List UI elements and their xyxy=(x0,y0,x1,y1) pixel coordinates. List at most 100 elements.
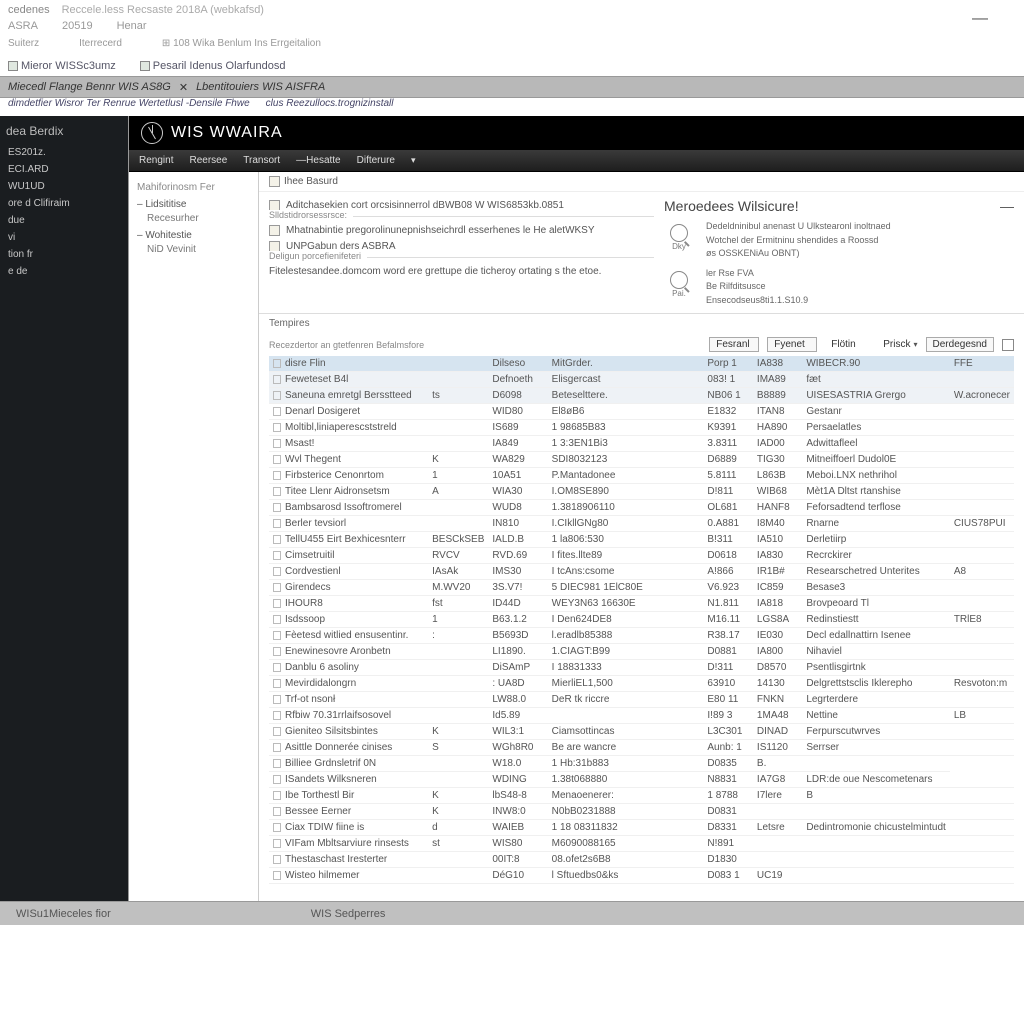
table-row[interactable]: Wvl ThegentKWA829SDI8032123D6889TIG30Mit… xyxy=(269,452,1014,468)
cell: B8889 xyxy=(753,388,802,404)
menu-item-1[interactable]: Rengint xyxy=(139,155,173,166)
cell: LW88.0 xyxy=(488,692,547,708)
table-row[interactable]: Billiee Grdnsletrif 0NW18.01 Hb:31b883D0… xyxy=(269,756,1014,772)
sidebar-item-5[interactable]: vi xyxy=(6,229,122,246)
cell: 1.38t068880 xyxy=(548,772,647,788)
table-row[interactable]: Feweteset B4lDefnoethElisgercast083! 1IM… xyxy=(269,372,1014,388)
tab-1[interactable]: Mieror WISSc3umz xyxy=(8,60,116,72)
cell: WEY3N63 16630E xyxy=(548,596,647,612)
sidebar-item-7[interactable]: e de xyxy=(6,263,122,280)
nav-group-1[interactable]: – Lidsititise xyxy=(137,199,250,210)
table-row[interactable]: Trf-ot nsonłLW88.0DeR tk riccreE80 11FNK… xyxy=(269,692,1014,708)
sidebar-item-3[interactable]: ore d Clifiraim xyxy=(6,195,122,212)
panel-minimize-icon[interactable]: — xyxy=(1000,198,1014,214)
sub-b: Iterrecerd xyxy=(79,38,122,56)
checkbox[interactable] xyxy=(1002,339,1014,351)
cell: Msast! xyxy=(269,436,428,452)
table-row[interactable]: Ciax TDIW fiine isdWAIEB1 18 08311832D83… xyxy=(269,820,1014,836)
table-row[interactable]: Asittle Donnerée cinisesSWGh8R0Be are wa… xyxy=(269,740,1014,756)
nav-group-2[interactable]: – Wohitestie xyxy=(137,230,250,241)
table-row[interactable]: Gieniteo SilsitsbintesKWIL3:1Ciamsottinc… xyxy=(269,724,1014,740)
row-icon xyxy=(273,519,281,528)
user-tool[interactable]: Pai. xyxy=(664,271,694,308)
nav-sub-2[interactable]: NiD Vevinit xyxy=(137,244,250,255)
cell xyxy=(647,852,704,868)
table-row[interactable]: Bambsarosd IssoftromerelWUD81.3818906110… xyxy=(269,500,1014,516)
search-tool[interactable]: Dky xyxy=(664,224,694,261)
table-row[interactable]: disre FlinDilsesoMitGrder.Porp 1IA838WIB… xyxy=(269,356,1014,372)
menu-item-2[interactable]: Reersee xyxy=(189,155,227,166)
table-row[interactable]: Enewinesovre AronbetnLI1890.1.CIAGT:B99D… xyxy=(269,644,1014,660)
cell xyxy=(647,356,704,372)
cell: B63.1.2 xyxy=(488,612,547,628)
close-icon[interactable]: ✕ xyxy=(179,81,188,94)
table-row[interactable]: Isdssoop1B63.1.2I Den624DE8M16.11LGS8ARe… xyxy=(269,612,1014,628)
menu-item-4[interactable]: —Hesatte xyxy=(296,155,340,166)
cell: Gestanr xyxy=(802,404,950,420)
table-row[interactable]: Bessee EernerKINW8:0N0bB0231888D0831 xyxy=(269,804,1014,820)
table-row[interactable]: TellU455 Eirt BexhicesnterrBESCkSEBIALD.… xyxy=(269,532,1014,548)
table-row[interactable]: Ibe Torthestl BirKlbS48-8Menaoenerer:1 8… xyxy=(269,788,1014,804)
table-row[interactable]: Saneuna emretgl BersstteedtsD6098Betesel… xyxy=(269,388,1014,404)
table-row[interactable]: IHOUR8fstID44DWEY3N63 16630EN1.811IA818B… xyxy=(269,596,1014,612)
table-row[interactable]: Danblu 6 asolinyDiSAmPI 18831333D!311D85… xyxy=(269,660,1014,676)
sidebar-item-1[interactable]: ECI.ARD xyxy=(6,161,122,178)
table-row[interactable]: Titee Llenr AidronsetsmAWIA30I.OM8SE890D… xyxy=(269,484,1014,500)
menu-caret-icon[interactable]: ▾ xyxy=(411,155,416,166)
table-row[interactable]: CimsetruitilRVCVRVD.69I fites.llte89D061… xyxy=(269,548,1014,564)
cell: 5.8111 xyxy=(703,468,753,484)
table-row[interactable]: Moltibl,liniaperescststreldIS6891 98685B… xyxy=(269,420,1014,436)
cell: K xyxy=(428,788,488,804)
table-row[interactable]: Berler tevsiorlIN810I.CIkllGNg800.A881I8… xyxy=(269,516,1014,532)
nav-sub-1[interactable]: Recesurher xyxy=(137,213,250,224)
cell: Rfbiw 70.31rrlaifsosovel xyxy=(269,708,428,724)
table-row[interactable]: Msast!IA8491 3:3EN1Bi33.8311IAD00Adwitta… xyxy=(269,436,1014,452)
sidebar-item-6[interactable]: tion fr xyxy=(6,246,122,263)
row-icon xyxy=(273,759,281,768)
table-row[interactable]: Fèetesd witlied ensusentinr.: B5693Dl.er… xyxy=(269,628,1014,644)
link-1[interactable]: dimdetfier Wisror Ter Renrue Wertetlusl … xyxy=(8,98,250,116)
tab-2[interactable]: Pesaril Idenus Olarfundosd xyxy=(140,60,286,72)
filter-1[interactable]: Fesranl xyxy=(709,337,759,352)
cell xyxy=(647,468,704,484)
menu-item-3[interactable]: Transort xyxy=(243,155,280,166)
cell: IC859 xyxy=(753,580,802,596)
doc-icon xyxy=(8,61,18,71)
window-minimize[interactable]: — xyxy=(972,10,988,28)
meta-asra: ASRA xyxy=(8,20,38,38)
table-row[interactable]: ISandets WilksnerenWDING1.38t068880N8831… xyxy=(269,772,1014,788)
menu-item-5[interactable]: Difterure xyxy=(357,155,395,166)
table-row[interactable]: Thestaschast Iresterter00IT:808.ofet2s6B… xyxy=(269,852,1014,868)
checkbox-label[interactable]: Derdegesnd xyxy=(926,337,994,352)
cell: Delgrettstsclis Iklerepho xyxy=(802,676,950,692)
cell: disre Flin xyxy=(269,356,428,372)
link-2[interactable]: clus Reezullocs.trognizinstall xyxy=(266,98,394,116)
cell: 1.3818906110 xyxy=(548,500,647,516)
cell: Be are wancre xyxy=(548,740,647,756)
sort-button[interactable]: Prisck▾ xyxy=(883,339,917,350)
window-title-strip: cedenes Reccele.less Recsaste 2018A (web… xyxy=(0,0,1024,20)
table-row[interactable]: CordvestienlIAsAkIMS30I tcAns:csomeA!866… xyxy=(269,564,1014,580)
table-row[interactable]: Firbsterice Cenonrtom110A51P.Mantadonee5… xyxy=(269,468,1014,484)
table-row[interactable]: Mevirdidalongrn: UA8DMierliEL1,500639101… xyxy=(269,676,1014,692)
table-row[interactable]: GirendecsM.WV203S.V7!5 DIEC981 1ElC80EV6… xyxy=(269,580,1014,596)
table-row[interactable]: Rfbiw 70.31rrlaifsosovelId5.89I!89 31MA4… xyxy=(269,708,1014,724)
sidebar-item-0[interactable]: ES201z. xyxy=(6,144,122,161)
table-row[interactable]: Wisteo hilmemerDéG10l Sftuedbs0&ksD083 1… xyxy=(269,868,1014,884)
table-row[interactable]: Denarl DosigeretWID80El8øB6E1832ITAN8Ges… xyxy=(269,404,1014,420)
cell: IS1120 xyxy=(753,740,802,756)
cell: HANF8 xyxy=(753,500,802,516)
cell xyxy=(647,756,704,772)
cell: Decl edallnattirn Isenee xyxy=(802,628,950,644)
cell: Girendecs xyxy=(269,580,428,596)
filter-2[interactable]: Fyenet xyxy=(767,337,817,352)
table-row[interactable]: VIFam Mbltsarviure rinsestsstWIS80M60900… xyxy=(269,836,1014,852)
sidebar-item-4[interactable]: due xyxy=(6,212,122,229)
sidebar-item-2[interactable]: WU1UD xyxy=(6,178,122,195)
cell: B5693D xyxy=(488,628,547,644)
cell xyxy=(950,452,1014,468)
cell: IA7G8 xyxy=(753,772,802,788)
cell: LGS8A xyxy=(753,612,802,628)
filter-3[interactable]: Flötin xyxy=(825,338,875,351)
info-line-2b: Be Rilfditsusce xyxy=(706,280,808,294)
